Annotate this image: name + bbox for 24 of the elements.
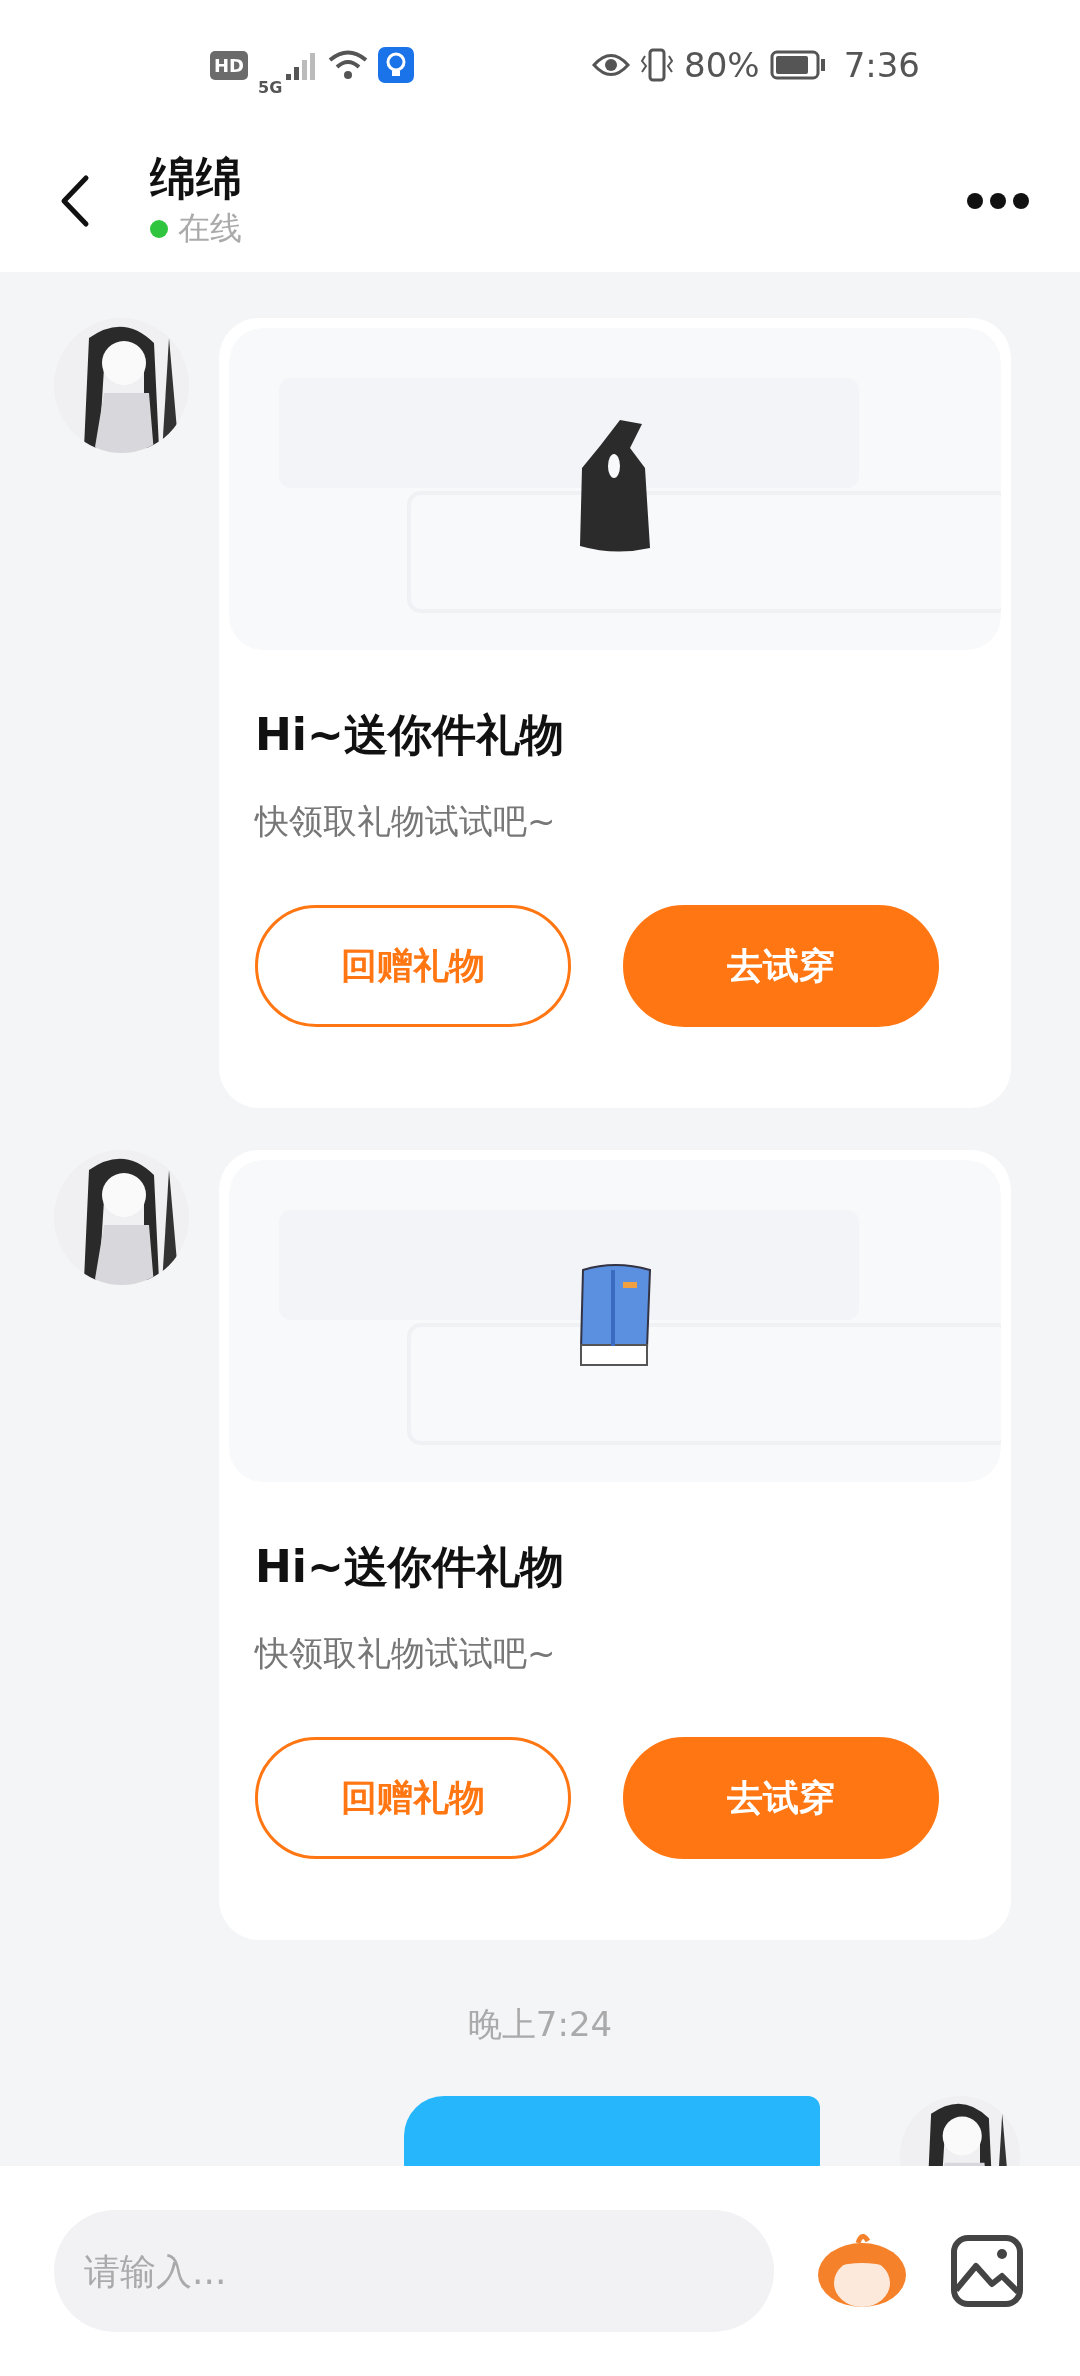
battery-icon xyxy=(769,50,826,80)
back-icon[interactable] xyxy=(60,174,90,228)
try-on-button[interactable]: 去试穿 xyxy=(623,905,939,1027)
clock-time: 7:36 xyxy=(843,45,920,85)
message-input[interactable]: 请输入... xyxy=(54,2210,774,2332)
bulb-icon xyxy=(378,47,415,83)
try-on-button[interactable]: 去试穿 xyxy=(623,1737,939,1859)
more-icon[interactable] xyxy=(966,192,1030,210)
eye-icon xyxy=(592,52,631,78)
network-label: 5G xyxy=(258,77,283,97)
return-gift-button[interactable]: 回赠礼物 xyxy=(255,1737,571,1859)
return-gift-button[interactable]: 回赠礼物 xyxy=(255,905,571,1027)
image-icon[interactable] xyxy=(950,2234,1024,2308)
gift-title: Hi~送你件礼物 xyxy=(255,1540,565,1594)
gift-subtitle: 快领取礼物试试吧~ xyxy=(255,1632,557,1675)
wifi-icon xyxy=(328,49,369,81)
gift-subtitle: 快领取礼物试试吧~ xyxy=(255,800,557,843)
hd-badge: HD xyxy=(210,50,248,80)
gift-title: Hi~送你件礼物 xyxy=(255,708,565,762)
online-status: 在线 xyxy=(178,207,242,249)
battery-percent: 80% xyxy=(684,45,760,85)
contact-name: 绵绵 xyxy=(150,151,243,207)
timestamp: 晚上7:24 xyxy=(467,2003,613,2046)
vibrate-icon xyxy=(640,48,675,82)
